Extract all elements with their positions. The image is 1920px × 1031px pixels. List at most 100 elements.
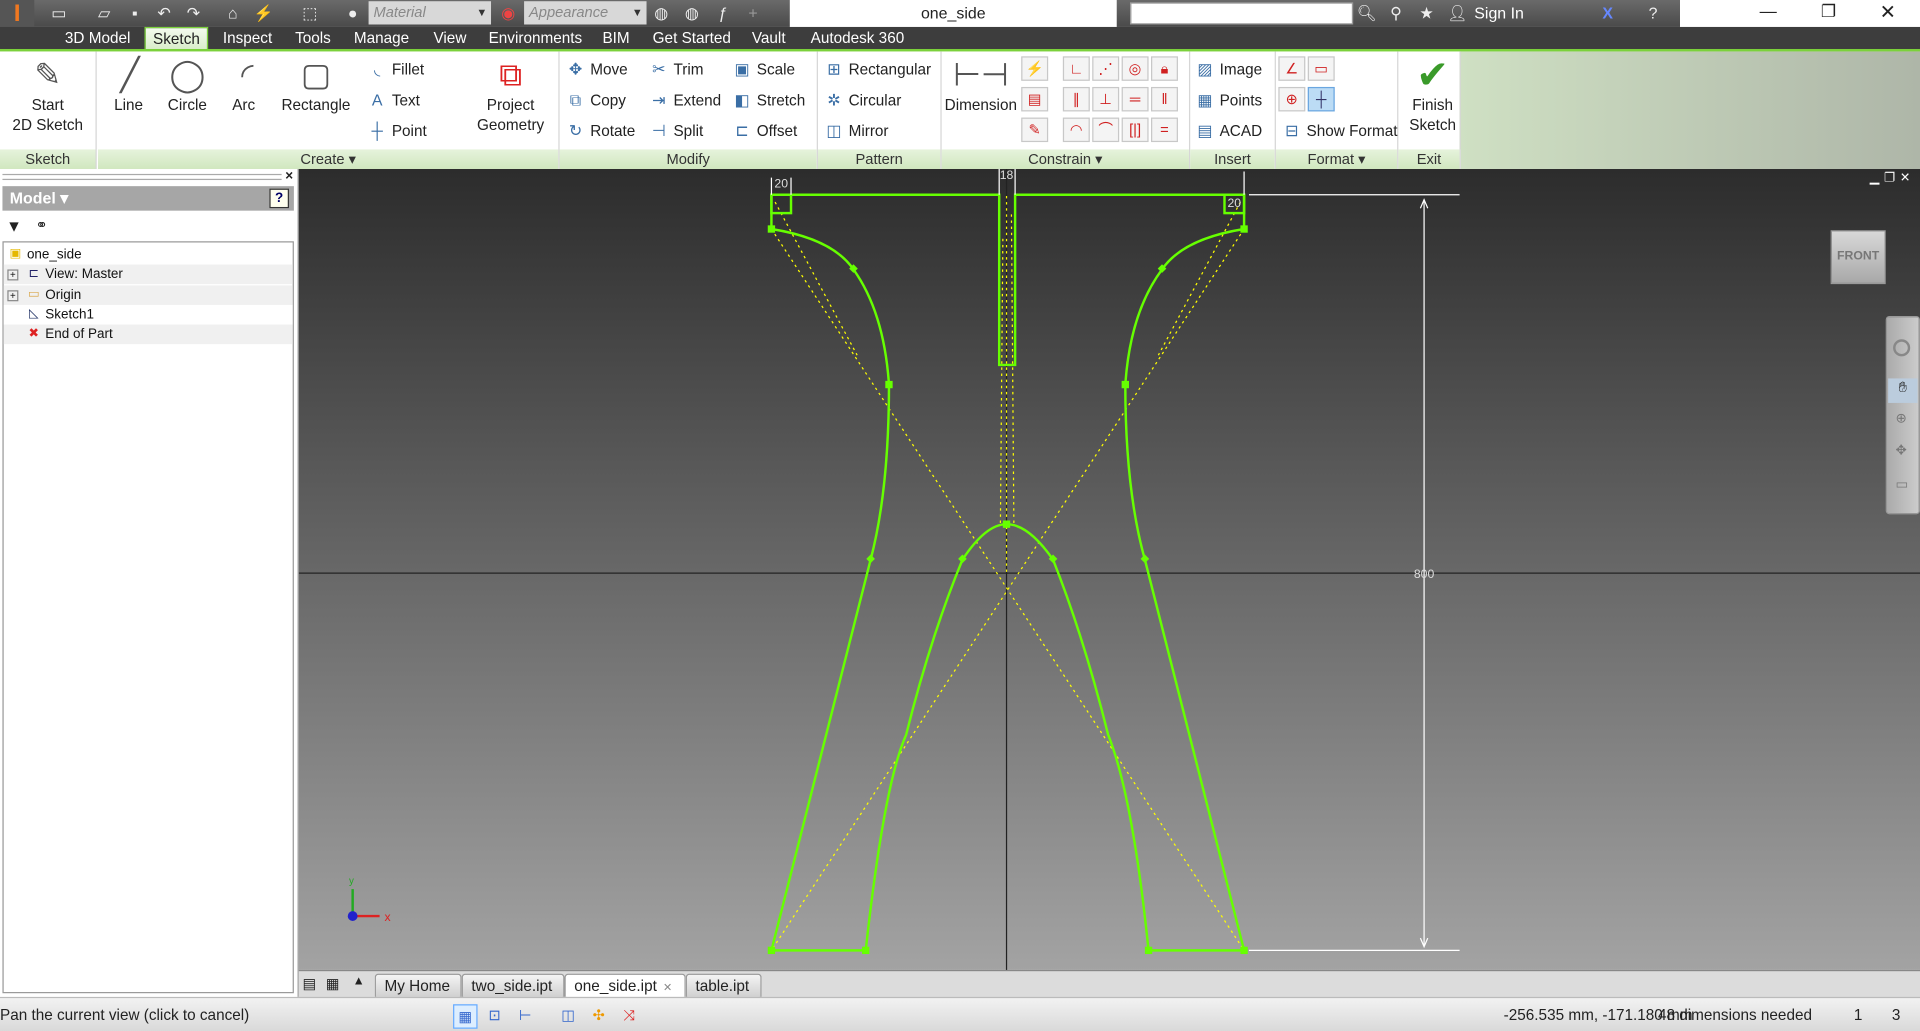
line-button[interactable]: ╱ Line (108, 54, 150, 115)
show-dof-icon[interactable]: ✣ (588, 1004, 610, 1026)
tab-manage[interactable]: Manage (347, 27, 417, 50)
sketch-canvas[interactable]: 20 18 20 800 x y (298, 169, 1920, 970)
extend-button[interactable]: ⇥ Extend (649, 89, 721, 111)
sketch-point[interactable] (1002, 520, 1011, 528)
symmetric-icon[interactable]: [|] (1121, 117, 1149, 143)
driven-dimension-icon[interactable]: ▭ (1307, 56, 1335, 81)
project-geometry-button[interactable]: ⧉ Project Geometry (470, 54, 551, 135)
sketch-point[interactable] (767, 225, 776, 233)
doc-tab-table-ipt[interactable]: table.ipt (685, 973, 762, 997)
arc-button[interactable]: ◜ Arc (225, 54, 262, 115)
constraint-inference-icon[interactable]: ⤨ (618, 1004, 640, 1026)
tab-environments[interactable]: Environments (481, 27, 589, 50)
left-corner-square[interactable] (770, 193, 793, 215)
home-icon[interactable]: ⌂ (223, 4, 243, 24)
add-icon[interactable]: + (743, 4, 763, 24)
move-button[interactable]: ✥ Move (566, 59, 628, 81)
sketch-point[interactable] (1240, 225, 1248, 233)
find-icon[interactable]: ⚭ (36, 217, 48, 234)
offset-button[interactable]: ⊏ Offset (732, 120, 797, 142)
sketch-point[interactable] (1140, 554, 1150, 564)
center-point-icon[interactable]: ⊕ (1278, 86, 1306, 112)
pan-icon[interactable]: ✋︎ (1888, 378, 1918, 403)
tile-windows-icon[interactable]: ▤ (302, 975, 316, 992)
vertical-icon[interactable]: ‖ (1151, 86, 1178, 112)
rectangle-button[interactable]: ▢ Rectangle (279, 54, 352, 115)
scale-button[interactable]: ▣ Scale (732, 59, 796, 81)
sketch-point[interactable] (767, 946, 776, 955)
open-icon[interactable]: ▱ (94, 4, 114, 24)
sketch-grid-icon[interactable]: ▦ (453, 1004, 478, 1029)
tab-tools[interactable]: Tools (288, 27, 338, 50)
tab-vault[interactable]: Vault (744, 27, 792, 50)
close-tab-icon[interactable]: ✕ (663, 981, 672, 993)
dimension-label[interactable]: 20 (1227, 196, 1241, 210)
undo-icon[interactable]: ↶ (154, 4, 174, 24)
rectangular-button[interactable]: ⊞ Rectangular (824, 59, 931, 81)
view-cube[interactable]: FRONT (1830, 230, 1886, 285)
tab-inspect[interactable]: Inspect (216, 27, 280, 50)
doc-tab-my-home[interactable]: My Home (374, 973, 462, 997)
dimension-label[interactable]: 20 (774, 176, 788, 190)
zoom-icon[interactable]: ⊕ (1896, 410, 1907, 426)
tree-node-origin[interactable]: + ▭ Origin (3, 284, 293, 305)
expand-icon[interactable]: + (7, 269, 19, 281)
copy-button[interactable]: ⧉ Copy (566, 89, 626, 111)
start-2d-sketch-button[interactable]: ✎ Start 2D Sketch (10, 54, 86, 135)
tab-sketch[interactable]: Sketch (144, 26, 209, 51)
relax-mode-icon[interactable]: ✎ (1021, 117, 1049, 143)
tree-node-view-master[interactable]: + ⊏ View: Master (3, 264, 293, 285)
help-icon[interactable]: ? (1643, 4, 1663, 24)
tangent-icon[interactable]: ◠ (1062, 117, 1090, 143)
panel-grip[interactable] (2, 173, 282, 181)
parameters-icon[interactable]: ƒ (713, 4, 733, 24)
sketch-point[interactable] (1144, 946, 1153, 955)
tab-view[interactable]: View (426, 27, 474, 50)
show-format-button[interactable]: ⊟ Show Format (1282, 120, 1397, 142)
doc-tab-two-side-ipt[interactable]: two_side.ipt (461, 973, 565, 997)
dimension-label[interactable]: 18 (1000, 169, 1014, 182)
mirror-button[interactable]: ◫ Mirror (824, 120, 888, 142)
arrange-windows-icon[interactable]: ▦ (326, 975, 340, 992)
dimension-label[interactable]: 800 (1414, 567, 1435, 581)
points-button[interactable]: ▦ Points (1195, 89, 1262, 111)
new-file-icon[interactable]: ▭ (49, 4, 69, 24)
material-dropdown[interactable]: Material ▼ (368, 1, 492, 25)
graphics-window[interactable]: 20 18 20 800 x y ▁❐✕ FRONT ✋︎ ⊕ ✥ ▭ (298, 169, 1920, 970)
filter-icon[interactable]: ▼ (6, 217, 22, 235)
sketch-point[interactable] (1240, 946, 1248, 955)
circular-button[interactable]: ✲ Circular (824, 89, 901, 111)
orbit-icon[interactable]: ✥ (1896, 442, 1907, 458)
tab-3d-model[interactable]: 3D Model (58, 27, 138, 50)
point-button[interactable]: ┼ Point (367, 120, 426, 142)
smooth-icon[interactable]: ⌒ (1092, 117, 1120, 143)
tab-autodesk-360[interactable]: Autodesk 360 (803, 27, 911, 50)
search-icon[interactable]: 🔍︎ (1357, 4, 1377, 24)
expand-icon[interactable]: + (7, 289, 19, 301)
tab-get-started[interactable]: Get Started (645, 27, 738, 50)
collinear-icon[interactable]: ⋰ (1092, 56, 1120, 81)
split-button[interactable]: ⊣ Split (649, 120, 703, 142)
close-panel-icon[interactable]: × (285, 169, 293, 184)
construction-icon[interactable]: ┼ (1307, 86, 1335, 112)
rotate-button[interactable]: ↻ Rotate (566, 120, 635, 142)
exchange-icon[interactable]: X (1598, 4, 1618, 24)
equal-icon[interactable]: = (1151, 117, 1178, 143)
tree-node-sketch1[interactable]: ◺ Sketch1 (3, 304, 293, 325)
update-icon[interactable]: ⚡ (253, 4, 273, 24)
fillet-button[interactable]: ◟ Fillet (367, 59, 424, 81)
adjust-icon[interactable]: ◍ (651, 4, 671, 24)
sketch-point[interactable] (866, 554, 875, 564)
tab-bim[interactable]: BIM (595, 27, 637, 50)
favorites-icon[interactable]: ★ (1417, 4, 1437, 24)
trim-button[interactable]: ✂ Trim (649, 59, 703, 81)
concentric-icon[interactable]: ◎ (1121, 56, 1149, 81)
documents-menu-icon[interactable]: ▲ (353, 975, 365, 988)
automatic-dimension-icon[interactable]: ⚡ (1021, 56, 1049, 81)
model-panel-header[interactable]: Model ▾ ? (2, 186, 294, 211)
image-button[interactable]: ▨ Image (1195, 59, 1262, 81)
slice-graphics-icon[interactable]: ◫ (557, 1004, 579, 1026)
dimension-button[interactable]: ⊢⊣ Dimension (943, 54, 1019, 115)
select-icon[interactable]: ⬚ (300, 4, 320, 24)
acad-button[interactable]: ▤ ACAD (1195, 120, 1262, 142)
